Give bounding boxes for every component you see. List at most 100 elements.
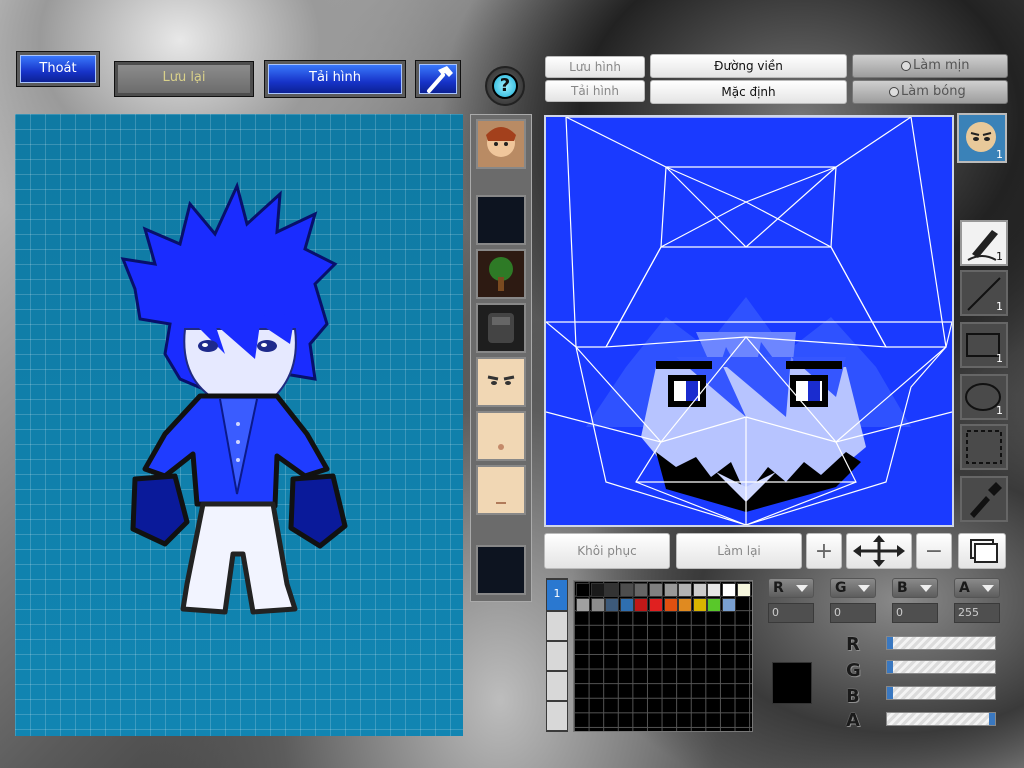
move-arrows-icon <box>853 535 905 567</box>
selection-tool[interactable] <box>960 424 1008 470</box>
slot-empty-1[interactable] <box>476 195 526 245</box>
alpha-slider[interactable] <box>886 712 996 726</box>
palette-swatch[interactable] <box>707 583 722 597</box>
blue-slider-thumb[interactable] <box>887 687 893 699</box>
alpha-slider-thumb[interactable] <box>989 713 995 725</box>
zoom-in-icon: + <box>814 539 834 564</box>
palette-swatch[interactable] <box>576 583 590 597</box>
slot-empty-2[interactable] <box>476 545 526 595</box>
palette-swatch[interactable] <box>663 583 678 597</box>
palette-swatch[interactable] <box>678 583 693 597</box>
slot-face-plain[interactable] <box>476 465 526 515</box>
save-button[interactable]: Lưu lại <box>114 61 254 97</box>
palette-swatch[interactable] <box>605 597 620 612</box>
red-channel-dropdown[interactable]: R <box>768 578 814 598</box>
character-sprite <box>120 181 348 615</box>
portrait-icon <box>486 127 516 157</box>
layer-tab-2[interactable] <box>547 612 567 640</box>
restore-button[interactable]: Khôi phục <box>544 533 670 569</box>
layers-button[interactable] <box>958 533 1006 569</box>
eyes-face-icon <box>487 375 515 385</box>
green-slider-thumb[interactable] <box>887 661 893 673</box>
chevron-down-icon <box>858 585 870 592</box>
palette-swatch[interactable] <box>692 583 707 597</box>
palette-swatch[interactable] <box>619 597 634 612</box>
green-value[interactable]: 0 <box>830 603 876 623</box>
alpha-channel-label: A <box>959 580 970 596</box>
green-slider-label: G <box>846 660 861 681</box>
palette-swatch[interactable] <box>707 597 722 612</box>
load-button[interactable]: Tải hình <box>264 60 406 98</box>
smooth-option[interactable]: Làm mịn <box>852 54 1008 78</box>
layer-tabs: 1 <box>546 578 568 732</box>
palette-swatch[interactable] <box>590 583 605 597</box>
slot-face-mouth[interactable] <box>476 411 526 461</box>
character-preview[interactable] <box>15 114 463 736</box>
default-button[interactable]: Mặc định <box>650 80 847 104</box>
pen-tool-count: 1 <box>996 250 1003 263</box>
alpha-channel-dropdown[interactable]: A <box>954 578 1000 598</box>
exit-button[interactable]: Thoát <box>16 51 100 87</box>
blue-value[interactable]: 0 <box>892 603 938 623</box>
green-slider[interactable] <box>886 660 996 674</box>
chevron-down-icon <box>920 585 932 592</box>
help-button[interactable]: ? <box>485 66 525 106</box>
layer-tab-5[interactable] <box>547 702 567 730</box>
layer-tab-4[interactable] <box>547 672 567 700</box>
palette-swatch[interactable] <box>649 597 663 612</box>
palette-swatch[interactable] <box>722 583 736 597</box>
palette-swatch[interactable] <box>692 597 707 612</box>
part-slots-panel <box>470 114 532 602</box>
palette-swatch[interactable] <box>634 583 649 597</box>
texture-canvas[interactable] <box>544 115 954 527</box>
hammer-icon <box>427 66 453 93</box>
palette-swatch[interactable] <box>590 597 605 612</box>
plain-face-icon <box>496 502 506 504</box>
redo-button[interactable]: Làm lại <box>676 533 802 569</box>
move-button[interactable] <box>846 533 912 569</box>
face-preview-badge[interactable]: 1 <box>957 113 1007 163</box>
eyedropper-tool[interactable] <box>960 476 1008 522</box>
rectangle-tool[interactable]: 1 <box>960 322 1008 368</box>
blue-slider[interactable] <box>886 686 996 700</box>
palette-swatch[interactable] <box>678 597 693 612</box>
color-palette[interactable] <box>573 580 753 732</box>
shadow-label: Làm bóng <box>901 84 966 99</box>
red-value[interactable]: 0 <box>768 603 814 623</box>
line-tool[interactable]: 1 <box>960 270 1008 316</box>
zoom-out-icon: − <box>924 539 944 564</box>
outline-button[interactable]: Đường viền <box>650 54 847 78</box>
layer-tab-1[interactable]: 1 <box>547 580 567 610</box>
palette-swatch[interactable] <box>722 597 736 612</box>
layer-tab-3[interactable] <box>547 642 567 670</box>
palette-swatch[interactable] <box>634 597 649 612</box>
armor-icon <box>488 313 514 343</box>
palette-swatch[interactable] <box>576 597 590 612</box>
ellipse-tool[interactable]: 1 <box>960 374 1008 420</box>
face-texture <box>546 117 952 525</box>
blue-channel-dropdown[interactable]: B <box>892 578 938 598</box>
hammer-button[interactable] <box>415 60 461 98</box>
palette-swatch[interactable] <box>649 583 663 597</box>
palette-swatch[interactable] <box>663 597 678 612</box>
slot-face-eyes[interactable] <box>476 357 526 407</box>
palette-swatch[interactable] <box>736 583 751 597</box>
slot-armor[interactable] <box>476 303 526 353</box>
tree-icon <box>489 257 513 291</box>
save-image-button[interactable]: Lưu hình <box>545 56 645 78</box>
zoom-out-button[interactable]: − <box>916 533 952 569</box>
red-slider-thumb[interactable] <box>887 637 893 649</box>
alpha-value[interactable]: 255 <box>954 603 1000 623</box>
red-slider-label: R <box>846 634 860 655</box>
red-slider[interactable] <box>886 636 996 650</box>
load-image-button[interactable]: Tải hình <box>545 80 645 102</box>
slot-portrait[interactable] <box>476 119 526 169</box>
slot-tree[interactable] <box>476 249 526 299</box>
alpha-slider-label: A <box>846 710 860 731</box>
shadow-option[interactable]: Làm bóng <box>852 80 1008 104</box>
palette-swatch[interactable] <box>605 583 620 597</box>
pen-tool[interactable]: 1 <box>960 220 1008 266</box>
zoom-in-button[interactable]: + <box>806 533 842 569</box>
palette-swatch[interactable] <box>619 583 634 597</box>
green-channel-dropdown[interactable]: G <box>830 578 876 598</box>
